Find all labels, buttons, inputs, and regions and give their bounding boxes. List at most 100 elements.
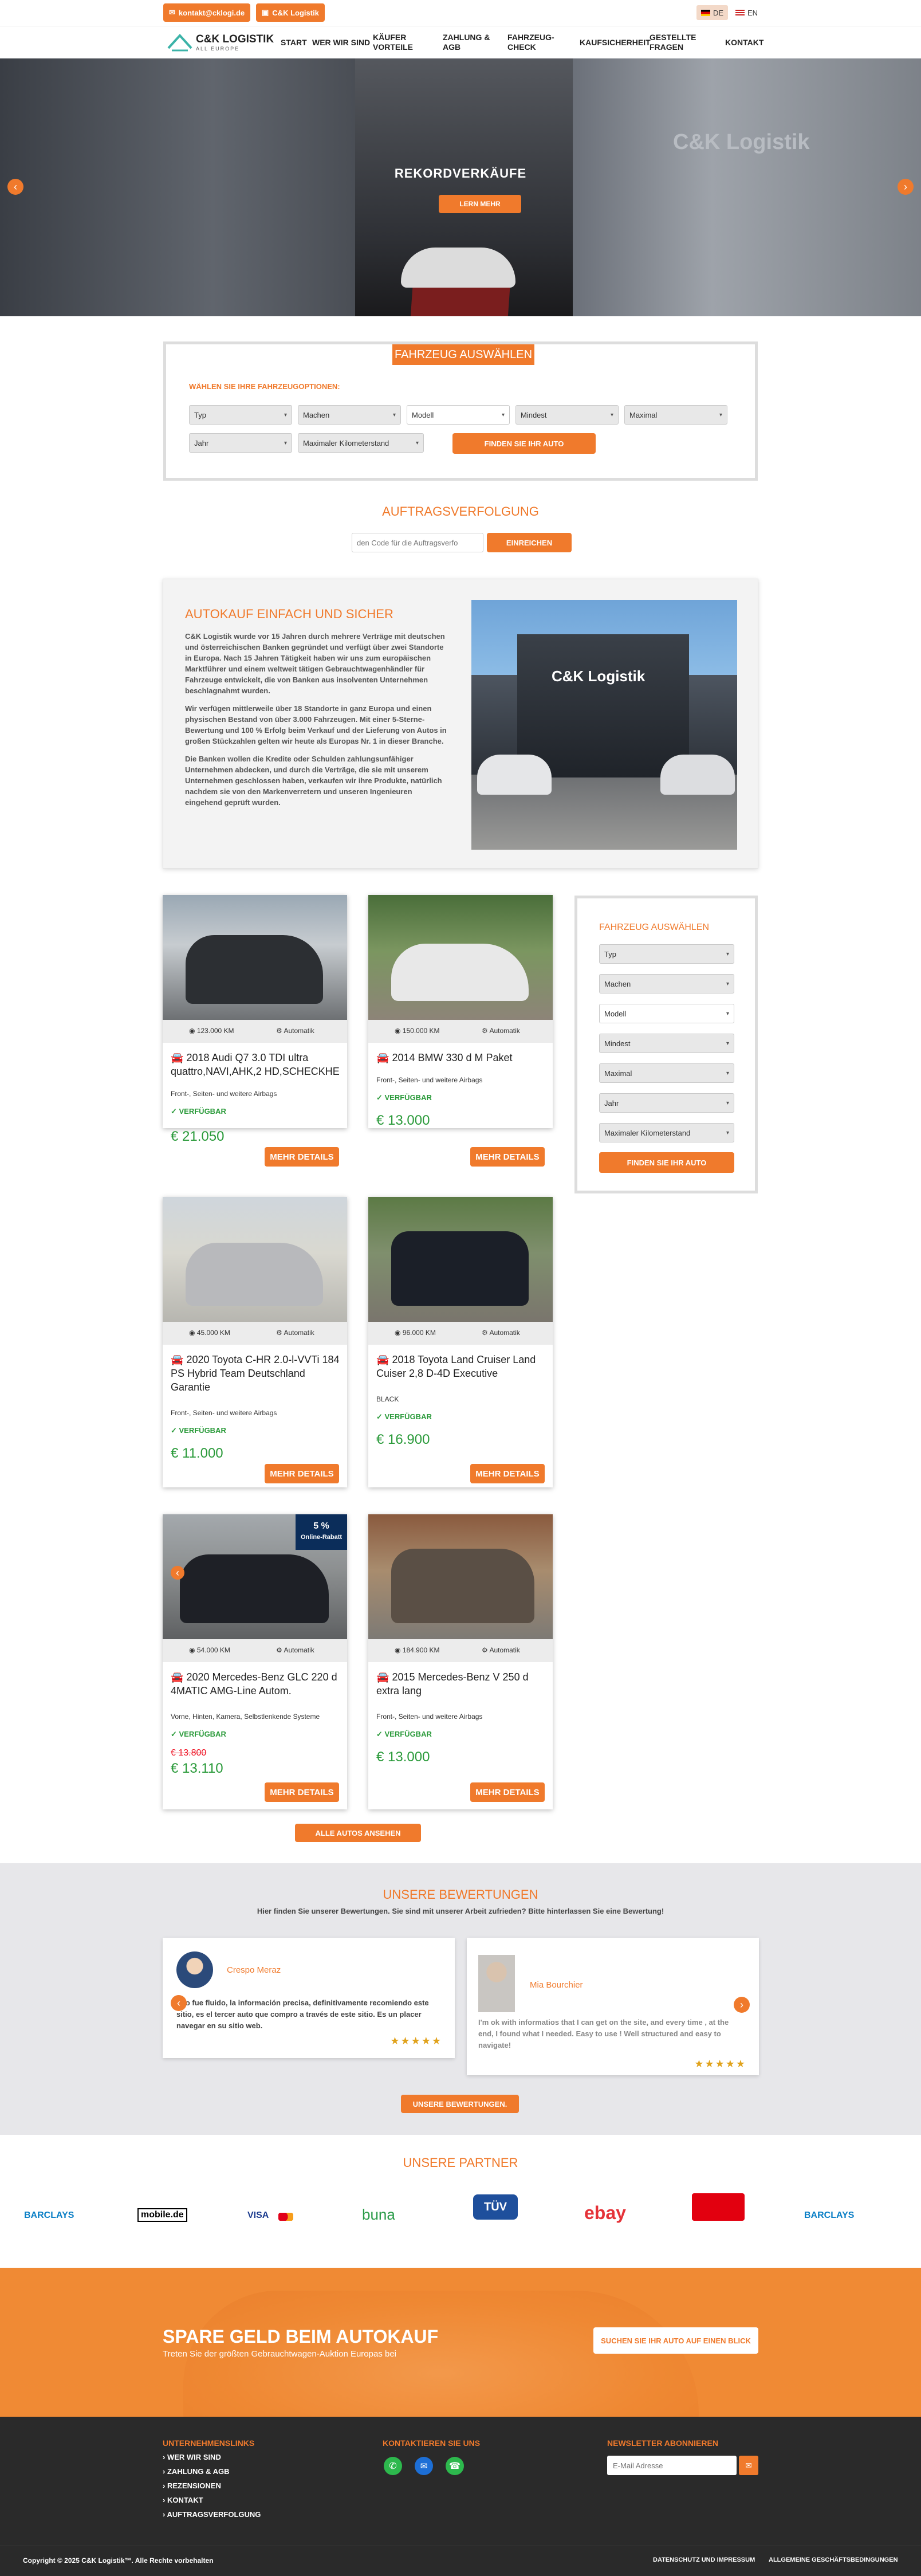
footer-contact-title: KONTAKTIEREN SIE UNS bbox=[383, 2438, 481, 2448]
sidebar-model-select[interactable]: Modell ▾ bbox=[599, 1004, 734, 1023]
lang-de[interactable]: DE bbox=[696, 5, 729, 20]
terms-link[interactable]: ALLGEMEINE GESCHÄFTSBEDINGUNGEN bbox=[769, 2557, 898, 2563]
more-details-button[interactable]: MEHR DETAILS bbox=[265, 1782, 339, 1802]
sidebar-find-car-button[interactable]: FINDEN SIE IHR AUTO bbox=[599, 1152, 734, 1173]
review-text: I'm ok with informatios that I can get o… bbox=[478, 2018, 729, 2049]
partner-logo-mastercard-icon bbox=[278, 2213, 293, 2221]
find-car-button[interactable]: FINDEN SIE IHR AUTO bbox=[452, 433, 596, 454]
more-details-button[interactable]: MEHR DETAILS bbox=[265, 1464, 339, 1483]
footer-link[interactable]: › ZAHLUNG & AGB bbox=[163, 2464, 261, 2479]
nav-fahrzeug-check[interactable]: FAHRZEUG-CHECK bbox=[507, 33, 580, 52]
image-prev-arrow[interactable]: ‹ bbox=[171, 1566, 184, 1580]
more-details-button[interactable]: MEHR DETAILS bbox=[470, 1782, 545, 1802]
partner-logo-barclays: BARCLAYS bbox=[24, 2210, 74, 2220]
nav-kaufsicherheit[interactable]: KAUFSICHERHEIT bbox=[580, 38, 651, 48]
truck-icon: ▣ bbox=[262, 8, 269, 17]
phone-icon[interactable]: ☎ bbox=[446, 2457, 464, 2475]
car-card: 5 % Online-Rabatt ‹ ◉ 54.000 KM ⚙ Automa… bbox=[163, 1514, 347, 1809]
car-image[interactable] bbox=[163, 895, 347, 1020]
us-flag-icon bbox=[735, 9, 745, 16]
newsletter-email-input[interactable] bbox=[607, 2456, 737, 2475]
car-features: Front-, Seiten- und weitere Airbags bbox=[376, 1076, 483, 1084]
nav-start[interactable]: START bbox=[281, 38, 312, 48]
car-mileage: ◉ 184.900 KM bbox=[395, 1646, 440, 1654]
sidebar-min-select[interactable]: Mindest ▾ bbox=[599, 1034, 734, 1053]
chevron-down-icon: ▾ bbox=[719, 411, 722, 418]
vehicle-search-subtitle: WÄHLEN SIE IHRE FAHRZEUGOPTIONEN: bbox=[189, 382, 340, 391]
review-stars: ★★★★★ bbox=[390, 2035, 442, 2047]
max-price-label: Maximal bbox=[629, 410, 658, 419]
min-price-select[interactable]: Mindest ▾ bbox=[515, 405, 619, 425]
footer-link[interactable]: › WER WIR SIND bbox=[163, 2450, 261, 2464]
about-car-right bbox=[660, 755, 735, 795]
cta-search-button[interactable]: SUCHEN SIE IHR AUTO AUF EINEN BLICK bbox=[593, 2327, 758, 2354]
car-title: 🚘 2020 Mercedes-Benz GLC 220 d 4MATIC AM… bbox=[171, 1671, 337, 1697]
reviews-prev-arrow[interactable]: ‹ bbox=[171, 1995, 187, 2011]
whatsapp-icon[interactable]: ✆ bbox=[384, 2457, 402, 2475]
logo[interactable]: C&K LOGISTIK ALL EUROPE bbox=[166, 30, 275, 55]
car-icon: 🚘 bbox=[171, 1354, 184, 1365]
mileage-select[interactable]: Maximaler Kilometerstand ▾ bbox=[298, 433, 424, 453]
sidebar-type-select[interactable]: Typ ▾ bbox=[599, 944, 734, 964]
privacy-link[interactable]: DATENSCHUTZ UND IMPRESSUM bbox=[653, 2557, 755, 2563]
hero-next-arrow[interactable]: › bbox=[898, 179, 914, 195]
more-details-button[interactable]: MEHR DETAILS bbox=[265, 1147, 339, 1167]
sidebar-model-label: Modell bbox=[604, 1009, 627, 1018]
company-chip[interactable]: ▣ C&K Logistik bbox=[256, 3, 325, 22]
sidebar-max-select[interactable]: Maximal ▾ bbox=[599, 1063, 734, 1083]
sidebar-make-select[interactable]: Machen ▾ bbox=[599, 974, 734, 994]
partner-logo-sparkasse-icon bbox=[692, 2193, 745, 2221]
nav-gestellte-fragen[interactable]: GESTELLTE FRAGEN bbox=[650, 33, 725, 52]
nav-wer-wir-sind[interactable]: WER WIR SIND bbox=[312, 38, 373, 48]
make-select[interactable]: Machen ▾ bbox=[298, 405, 401, 425]
lang-en[interactable]: EN bbox=[731, 5, 762, 20]
reviews-button[interactable]: UNSERE BEWERTUNGEN. bbox=[401, 2095, 519, 2113]
main-nav: C&K LOGISTIK ALL EUROPE START WER WIR SI… bbox=[0, 26, 921, 58]
reviews-section: UNSERE BEWERTUNGEN Hier finden Sie unser… bbox=[0, 1863, 921, 2135]
all-cars-button[interactable]: ALLE AUTOS ANSEHEN bbox=[295, 1824, 421, 1842]
sidebar-mileage-label: Maximaler Kilometerstand bbox=[604, 1128, 691, 1137]
type-select[interactable]: Typ ▾ bbox=[189, 405, 292, 425]
newsletter-submit-button[interactable]: ✉ bbox=[739, 2456, 758, 2475]
car-image[interactable] bbox=[368, 1197, 553, 1322]
min-price-label: Mindest bbox=[521, 410, 547, 419]
email-icon[interactable]: ✉ bbox=[415, 2457, 433, 2475]
year-select[interactable]: Jahr ▾ bbox=[189, 433, 292, 453]
hero-learn-more-button[interactable]: LERN MEHR bbox=[439, 195, 521, 213]
sidebar-filter-title: FAHRZEUG AUSWÄHLEN bbox=[599, 922, 710, 932]
car-features: Vorne, Hinten, Kamera, Selbstlenkende Sy… bbox=[171, 1713, 320, 1721]
tracking-submit-button[interactable]: EINREICHEN bbox=[487, 533, 572, 552]
reviews-title: UNSERE BEWERTUNGEN bbox=[383, 1887, 538, 1902]
hero-left-wall bbox=[0, 58, 355, 316]
car-meta: ◉ 150.000 KM ⚙ Automatik bbox=[368, 1020, 553, 1043]
sidebar-year-label: Jahr bbox=[604, 1098, 619, 1108]
chevron-down-icon: ▾ bbox=[726, 980, 729, 987]
reviews-next-arrow[interactable]: › bbox=[734, 1997, 750, 2013]
footer-link[interactable]: › KONTAKT bbox=[163, 2493, 261, 2507]
reviewer-name: Crespo Meraz bbox=[227, 1965, 281, 1975]
nav-kontakt[interactable]: KONTAKT bbox=[725, 38, 771, 48]
hero-prev-arrow[interactable]: ‹ bbox=[7, 179, 23, 195]
car-image[interactable] bbox=[163, 1197, 347, 1322]
copyright: Copyright © 2025 C&K Logistik™. Alle Rec… bbox=[23, 2557, 214, 2565]
car-card: ◉ 45.000 KM ⚙ Automatik 🚘 2020 Toyota C-… bbox=[163, 1197, 347, 1487]
hero-car bbox=[401, 248, 515, 288]
sidebar-year-select[interactable]: Jahr ▾ bbox=[599, 1093, 734, 1113]
footer-link[interactable]: › AUFTRAGSVERFOLGUNG bbox=[163, 2507, 261, 2522]
sidebar-mileage-select[interactable]: Maximaler Kilometerstand ▾ bbox=[599, 1123, 734, 1142]
more-details-button[interactable]: MEHR DETAILS bbox=[470, 1147, 545, 1167]
tracking-code-input[interactable] bbox=[352, 533, 483, 552]
max-price-select[interactable]: Maximal ▾ bbox=[624, 405, 727, 425]
more-details-button[interactable]: MEHR DETAILS bbox=[470, 1464, 545, 1483]
car-image[interactable] bbox=[368, 1514, 553, 1639]
model-select[interactable]: Modell ▾ bbox=[407, 405, 510, 425]
about-paragraph-1: C&K Logistik wurde vor 15 Jahren durch m… bbox=[185, 632, 445, 695]
car-status: ✓ VERFÜGBAR bbox=[171, 1426, 226, 1435]
chevron-down-icon: ▾ bbox=[284, 439, 287, 446]
car-image[interactable] bbox=[368, 895, 553, 1020]
email-text: kontakt@cklogi.de bbox=[178, 8, 245, 17]
email-chip[interactable]: ✉ kontakt@cklogi.de bbox=[163, 3, 251, 22]
nav-zahlung-agb[interactable]: ZAHLUNG & AGB bbox=[443, 33, 507, 52]
nav-kaeufer-vorteile[interactable]: KÄUFER VORTEILE bbox=[373, 33, 443, 52]
footer-link[interactable]: › REZENSIONEN bbox=[163, 2479, 261, 2493]
